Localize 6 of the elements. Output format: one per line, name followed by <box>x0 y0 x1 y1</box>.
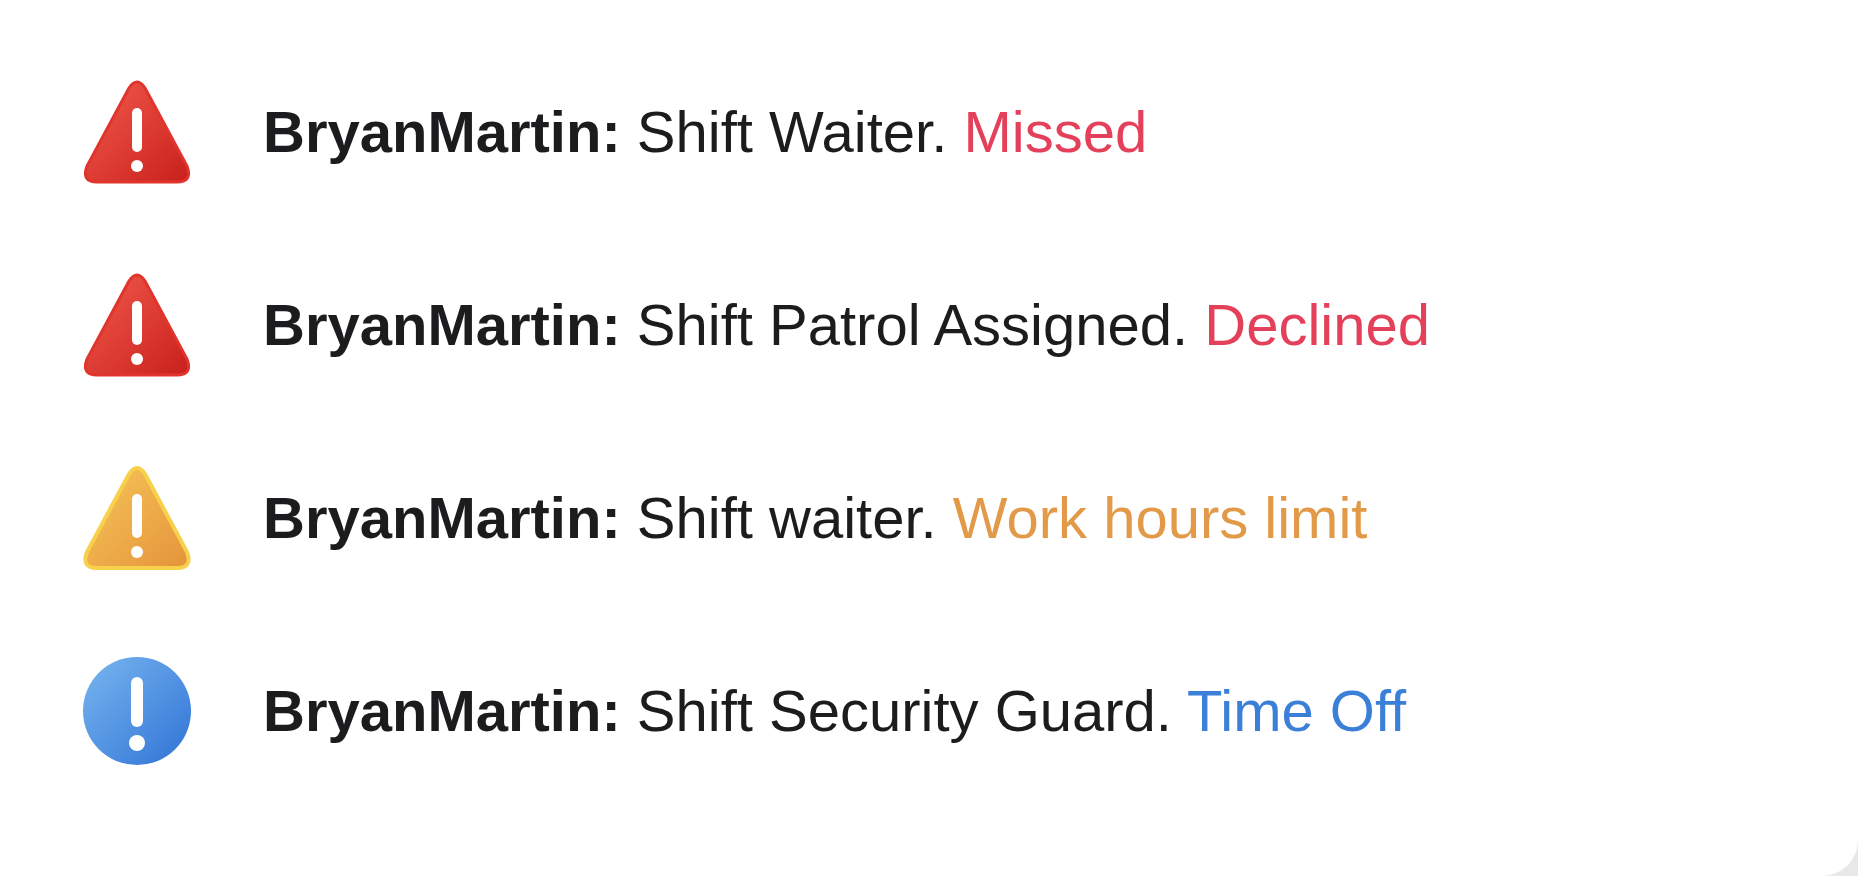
warning-icon <box>83 463 191 572</box>
notification-text: BryanMartin: Shift Patrol Assigned. Declined <box>263 291 1430 359</box>
notification-text: BryanMartin: Shift Waiter. Missed <box>263 98 1148 166</box>
info-icon <box>83 656 191 765</box>
notification-text: BryanMartin: Shift Security Guard. Time Off <box>263 677 1407 745</box>
notification-text: BryanMartin: Shift waiter. Work hours limit <box>263 484 1368 552</box>
